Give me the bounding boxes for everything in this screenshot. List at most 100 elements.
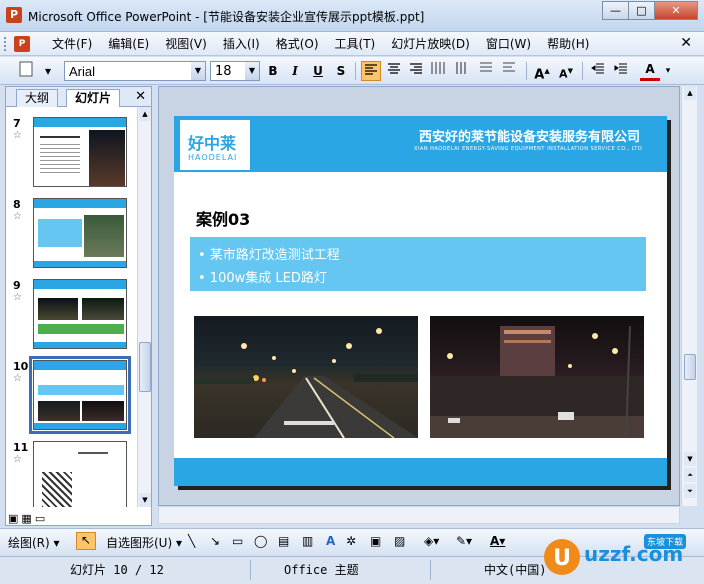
logo-text-cn: 好中莱 xyxy=(188,134,237,153)
autoshapes-button[interactable]: 自选图形(U) ▾ xyxy=(106,534,182,551)
slide-horizontal-scrollbar[interactable] xyxy=(158,506,680,524)
photo-night-street[interactable] xyxy=(430,316,644,438)
star-icon: ☆ xyxy=(13,373,22,384)
tab-outline[interactable]: 大纲 xyxy=(16,89,59,107)
clipart-icon[interactable]: ▣ xyxy=(370,534,381,548)
close-button[interactable]: ✕ xyxy=(654,1,698,20)
picture-icon[interactable]: ▨ xyxy=(394,534,405,548)
fill-color-icon[interactable]: ◈▾ xyxy=(424,534,439,548)
toolbar-grip[interactable] xyxy=(4,37,7,51)
window-title: Microsoft Office PowerPoint - [节能设备安装企业宣… xyxy=(28,10,425,24)
draw-menu-button[interactable]: 绘图(R) ▾ xyxy=(8,534,60,551)
maximize-button[interactable]: □ xyxy=(628,1,655,20)
increase-indent-icon[interactable] xyxy=(611,61,631,81)
next-slide-icon[interactable]: ⏷ xyxy=(684,484,696,498)
underline-button[interactable]: U xyxy=(308,61,328,81)
slide-footer-band xyxy=(174,458,667,486)
scroll-up-icon[interactable]: ▲ xyxy=(139,107,151,121)
language-indicator: 中文(中国) xyxy=(484,563,547,577)
diagram-icon[interactable]: ✲ xyxy=(346,534,356,548)
slide-thumbnail[interactable] xyxy=(33,279,127,349)
tab-slides[interactable]: 幻灯片 xyxy=(66,89,121,107)
scroll-thumb[interactable] xyxy=(139,342,151,392)
menu-bar: P 文件(F) 编辑(E) 视图(V) 插入(I) 格式(O) 工具(T) 幻灯… xyxy=(0,32,704,56)
decrease-font-icon[interactable]: A▼ xyxy=(556,61,576,81)
menu-slideshow[interactable]: 幻灯片放映(D) xyxy=(383,36,478,52)
columns-icon[interactable] xyxy=(428,61,448,81)
vertical-textbox-icon[interactable]: ▥ xyxy=(302,534,313,548)
font-color-button[interactable]: A xyxy=(640,61,660,81)
increase-font-icon[interactable]: A▲ xyxy=(532,61,552,82)
new-slide-icon[interactable] xyxy=(16,61,36,81)
powerpoint-icon[interactable]: P xyxy=(6,7,22,23)
slide-number: 8 xyxy=(13,198,21,211)
current-slide[interactable]: 好中莱 HAODELAI 西安好的莱节能设备安装服务有限公司 XIAN HAOD… xyxy=(174,116,667,486)
star-icon: ☆ xyxy=(13,130,22,141)
shadow-button[interactable]: S xyxy=(331,61,351,81)
bullet-item: • 100w集成 LED路灯 xyxy=(198,271,327,286)
line-color-icon[interactable]: ✎▾ xyxy=(456,534,472,548)
minimize-button[interactable]: — xyxy=(602,1,629,20)
align-center-icon[interactable] xyxy=(384,61,404,81)
align-left-icon[interactable] xyxy=(361,61,381,81)
slide-thumbnail-current[interactable] xyxy=(29,356,131,434)
line-icon[interactable]: ╲ xyxy=(188,534,195,548)
menu-file[interactable]: 文件(F) xyxy=(44,36,100,52)
slide-thumbnail[interactable] xyxy=(33,198,127,268)
menu-help[interactable]: 帮助(H) xyxy=(539,36,597,52)
font-name-select[interactable]: Arial ▼ xyxy=(64,61,206,81)
document-close-button[interactable]: ✕ xyxy=(680,35,692,51)
menu-edit[interactable]: 编辑(E) xyxy=(100,36,157,52)
toolbar-options-icon[interactable]: ▾ xyxy=(38,61,58,81)
oval-icon[interactable]: ◯ xyxy=(254,534,267,548)
slideshow-icon[interactable]: ▭ xyxy=(35,512,45,525)
scroll-down-icon[interactable]: ▼ xyxy=(684,452,696,466)
chevron-down-icon[interactable]: ▼ xyxy=(245,62,259,80)
watermark-tag: 东坡下载 xyxy=(644,534,687,549)
slide-vertical-scrollbar[interactable]: ▲ ▼ ⏶ ⏷ xyxy=(681,86,697,506)
previous-slide-icon[interactable]: ⏶ xyxy=(684,468,696,482)
align-right-icon[interactable] xyxy=(406,61,426,81)
font-size-select[interactable]: 18 ▼ xyxy=(210,61,260,81)
scroll-thumb[interactable] xyxy=(684,354,696,380)
menu-tools[interactable]: 工具(T) xyxy=(327,36,384,52)
title-bar: P Microsoft Office PowerPoint - [节能设备安装企… xyxy=(0,0,704,32)
text-options-icon[interactable] xyxy=(476,61,496,81)
textbox-icon[interactable]: ▤ xyxy=(278,534,289,548)
logo-text-en: HAODELAI xyxy=(188,153,238,162)
case-title: 案例03 xyxy=(196,210,251,229)
normal-view-icon[interactable]: ▣ xyxy=(8,512,18,525)
bold-button[interactable]: B xyxy=(263,61,283,81)
chevron-down-icon[interactable]: ▾ xyxy=(658,61,678,81)
slide-thumbnail[interactable] xyxy=(33,441,127,507)
photo-night-road[interactable] xyxy=(194,316,418,438)
menu-format[interactable]: 格式(O) xyxy=(268,36,327,52)
text-direction-icon[interactable] xyxy=(499,61,519,81)
scroll-up-icon[interactable]: ▲ xyxy=(684,86,696,100)
slide-sorter-icon[interactable]: ▦ xyxy=(21,512,31,525)
slide-counter: 幻灯片 10 / 12 xyxy=(70,563,164,577)
slide-number: 10 xyxy=(13,360,29,373)
menu-insert[interactable]: 插入(I) xyxy=(215,36,268,52)
italic-button[interactable]: I xyxy=(285,61,305,81)
bullet-textbox[interactable]: • 某市路灯改造测试工程 • 100w集成 LED路灯 xyxy=(190,237,646,291)
scroll-down-icon[interactable]: ▼ xyxy=(139,493,151,507)
decrease-indent-icon[interactable] xyxy=(588,61,608,81)
star-icon: ☆ xyxy=(13,454,22,465)
theme-name: Office 主题 xyxy=(284,563,359,577)
menu-view[interactable]: 视图(V) xyxy=(157,36,215,52)
slide-number: 9 xyxy=(13,279,21,292)
slides-panel: 大纲 幻灯片 ✕ 7 ☆ 8 ☆ 9 ☆ 10 ☆ 11 ☆ ▲ ▼ xyxy=(5,86,152,526)
font-color-icon[interactable]: A▾ xyxy=(490,534,505,548)
document-icon[interactable]: P xyxy=(14,36,30,52)
panel-close-icon[interactable]: ✕ xyxy=(135,89,146,104)
chevron-down-icon[interactable]: ▼ xyxy=(191,62,205,80)
vertical-text-icon[interactable] xyxy=(452,61,472,81)
select-objects-icon[interactable]: ↖ xyxy=(76,532,96,550)
wordart-icon[interactable]: A xyxy=(326,534,335,548)
panel-scrollbar[interactable]: ▲ ▼ xyxy=(137,107,151,507)
slide-thumbnail[interactable] xyxy=(33,117,127,187)
menu-window[interactable]: 窗口(W) xyxy=(478,36,539,52)
rectangle-icon[interactable]: ▭ xyxy=(232,534,243,548)
arrow-icon[interactable]: ↘ xyxy=(210,534,220,548)
